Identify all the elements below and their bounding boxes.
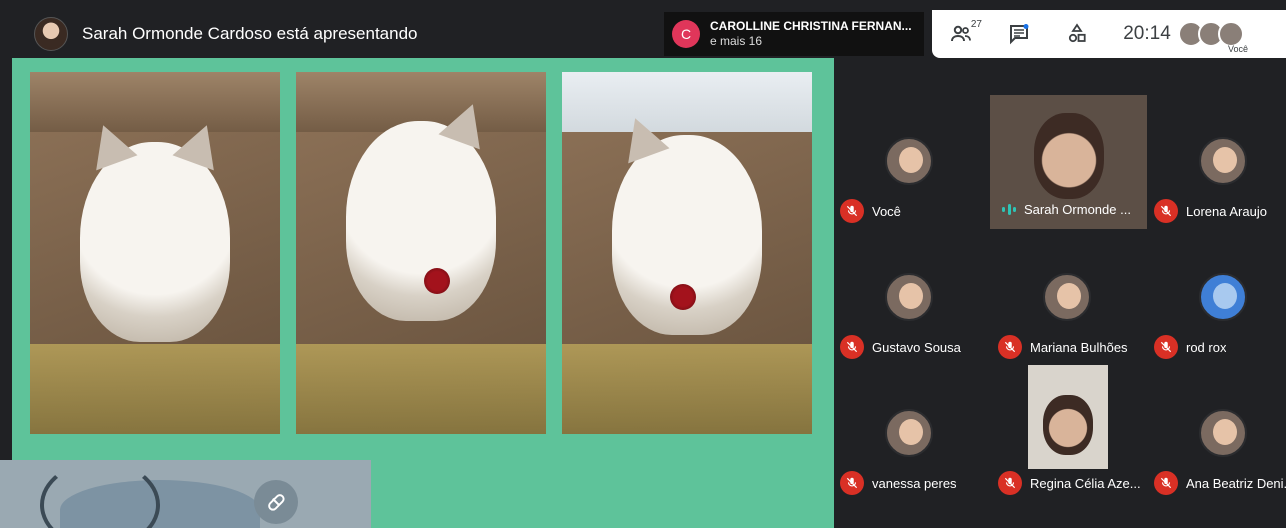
cat-photo-front	[30, 72, 280, 434]
mic-off-icon	[1154, 199, 1178, 223]
avatar	[885, 409, 933, 457]
chat-button[interactable]	[990, 10, 1048, 58]
participant-tile[interactable]: vanessa peres	[834, 367, 984, 497]
meeting-controls: 27 20:14 Você	[932, 10, 1286, 58]
participants-grid: Você Sarah Ormonde ... Lorena Araujo Gus…	[834, 95, 1286, 495]
participant-tile[interactable]: Lorena Araujo	[1148, 95, 1286, 225]
avatar	[1043, 273, 1091, 321]
chat-icon	[1010, 24, 1029, 45]
stethoscope-illustration	[40, 460, 160, 528]
mic-off-icon	[998, 335, 1022, 359]
mic-off-icon	[840, 471, 864, 495]
people-icon	[951, 25, 971, 42]
mic-off-icon	[1154, 335, 1178, 359]
avatar	[885, 273, 933, 321]
mic-off-icon	[840, 335, 864, 359]
presenter-bar: Sarah Ormonde Cardoso está apresentando …	[12, 10, 924, 58]
shapes-icon	[1068, 23, 1086, 43]
mic-off-icon	[840, 199, 864, 223]
participant-tile[interactable]: Ana Beatriz Deni...	[1148, 367, 1286, 497]
participant-name: Mariana Bulhões	[1030, 339, 1128, 355]
participant-name: vanessa peres	[872, 475, 957, 491]
speaking-indicator-icon	[1002, 204, 1016, 216]
shared-presentation-slide	[12, 58, 834, 528]
participants-count: 27	[970, 19, 982, 30]
avatar	[885, 137, 933, 185]
cat-photo-profile	[562, 72, 812, 434]
presenter-avatar	[34, 17, 68, 51]
avatar	[1199, 137, 1247, 185]
participant-name: Gustavo Sousa	[872, 339, 961, 355]
participant-tile[interactable]: Mariana Bulhões	[992, 231, 1142, 361]
participant-tile[interactable]: rod rox	[1148, 231, 1286, 361]
presenting-text: Sarah Ormonde Cardoso está apresentando	[82, 24, 418, 43]
participant-name: Sarah Ormonde ...	[1024, 202, 1131, 217]
participant-name: Você	[872, 203, 901, 219]
participant-tile[interactable]: Gustavo Sousa	[834, 231, 984, 361]
meeting-clock: 20:14	[1123, 23, 1171, 44]
participant-name: Ana Beatriz Deni...	[1186, 475, 1286, 491]
activities-button[interactable]	[1048, 10, 1106, 58]
avatar	[1199, 273, 1247, 321]
participant-name: Lorena Araujo	[1186, 203, 1267, 219]
presentation-overlay-thumbnail	[0, 460, 371, 528]
participant-tile[interactable]: Você	[834, 95, 984, 225]
avatar	[1199, 409, 1247, 457]
pill-icon	[254, 480, 298, 524]
mic-off-icon	[1154, 471, 1178, 495]
participant-name: rod rox	[1186, 339, 1227, 355]
chat-more-count: e mais 16	[710, 34, 763, 48]
participants-button[interactable]: 27	[932, 10, 990, 58]
participant-tile[interactable]: Regina Célia Aze...	[992, 367, 1142, 497]
participant-video[interactable]: Sarah Ormonde ...	[990, 95, 1147, 229]
self-label: Você	[1227, 44, 1248, 54]
cat-photo-side	[296, 72, 546, 434]
chat-sender-name: CAROLLINE CHRISTINA FERNAN...	[710, 19, 912, 33]
participant-name: Regina Célia Aze...	[1030, 475, 1141, 491]
chat-sender-avatar: C	[672, 20, 700, 48]
chat-notification[interactable]: C CAROLLINE CHRISTINA FERNAN... e mais 1…	[664, 12, 924, 56]
mic-off-icon	[998, 471, 1022, 495]
